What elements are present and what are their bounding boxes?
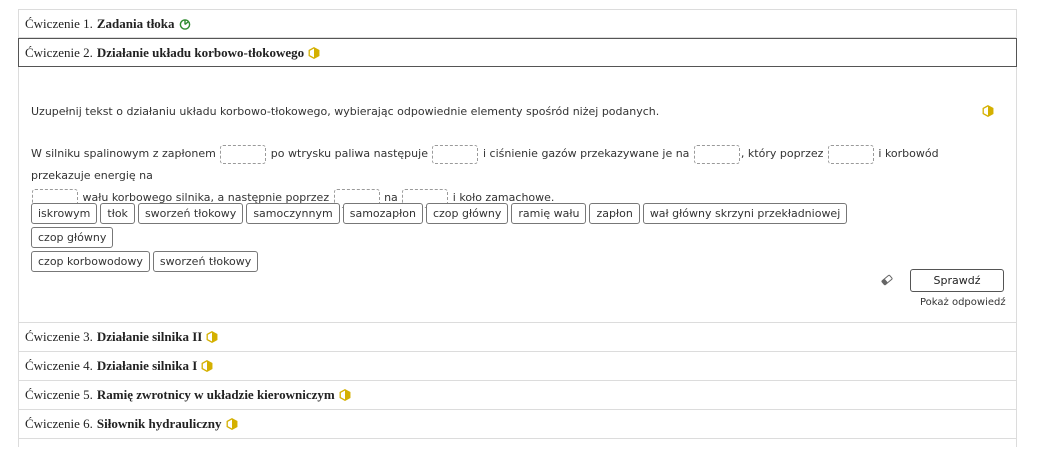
complete-status-icon [179, 18, 190, 30]
answer-chip[interactable]: wał główny skrzyni przekładniowej [642, 203, 848, 224]
exercise-prefix: Ćwiczenie 1. [25, 15, 93, 31]
exercise-item-4[interactable]: Ćwiczenie 4. Działanie silnika I [18, 352, 1017, 381]
text-segment: i ciśnienie gazów przekazywane je na [479, 147, 693, 160]
exercise-item-2[interactable]: Ćwiczenie 2. Działanie układu korbowo-tł… [18, 38, 1017, 67]
drop-slot[interactable] [693, 144, 740, 164]
answer-chip[interactable]: ramię wału [511, 203, 587, 224]
exercise-item-3[interactable]: Ćwiczenie 3. Działanie silnika II [18, 323, 1017, 352]
drop-slot[interactable] [220, 144, 267, 164]
answer-chip[interactable]: czop główny [31, 227, 114, 248]
answer-chip[interactable]: tłok [100, 203, 135, 224]
text-segment: W silniku spalinowym z zapłonem [31, 147, 220, 160]
exercise-prefix: Ćwiczenie 5. [25, 387, 93, 402]
exercise-title: Siłownik hydrauliczny [96, 416, 222, 431]
exercise-title: Działanie silnika II [96, 329, 203, 344]
exercise-title: Działanie silnika I [96, 358, 198, 373]
exercise-prefix: Ćwiczenie 6. [25, 416, 93, 431]
exercise-item-6[interactable]: Ćwiczenie 6. Siłownik hydrauliczny [18, 410, 1017, 439]
answer-chip[interactable]: samoczynnym [246, 203, 340, 224]
check-button[interactable]: Sprawdź [910, 269, 1004, 292]
answer-chip[interactable]: czop główny [425, 203, 509, 224]
answer-chip[interactable]: iskrowym [31, 203, 98, 224]
exercise-item-7-partial [18, 439, 1017, 447]
exercise-prefix: Ćwiczenie 3. [25, 329, 93, 344]
exercise-item-5[interactable]: Ćwiczenie 5. Ramię zwrotnicy w układzie … [18, 381, 1017, 410]
answer-chip[interactable]: samozapłon [342, 203, 423, 224]
answer-chip[interactable]: sworzeń tłokowy [137, 203, 244, 224]
partial-status-icon [308, 46, 320, 59]
exercise-prefix: Ćwiczenie 2. [25, 44, 93, 60]
exercise-title: Działanie układu korbowo-tłokowego [96, 44, 305, 60]
exercise-item-1[interactable]: Ćwiczenie 1. Zadania tłoka [18, 9, 1017, 38]
partial-status-icon [982, 105, 994, 117]
text-segment: , który poprzez [740, 147, 827, 160]
answer-chip[interactable]: czop korbowodowy [31, 251, 150, 272]
show-answer-link[interactable]: Pokaż odpowiedź [920, 297, 1006, 308]
drop-slot[interactable] [827, 144, 874, 164]
partial-status-icon [226, 418, 237, 430]
exercise-title: Zadania tłoka [96, 15, 175, 31]
exercise-panel: Uzupełnij tekst o działaniu układu korbo… [18, 67, 1017, 323]
exercise-title: Ramię zwrotnicy w układzie kierowniczym [96, 387, 335, 402]
exercise-prefix: Ćwiczenie 4. [25, 358, 93, 373]
partial-status-icon [201, 360, 213, 372]
partial-status-icon [206, 331, 218, 343]
fill-in-text: W silniku spalinowym z zapłonem po wtrys… [31, 143, 1001, 209]
partial-status-icon [339, 389, 351, 401]
text-segment: po wtrysku paliwa następuje [267, 147, 432, 160]
answer-chips: iskrowym tłok sworzeń tłokowy samoczynnym sa… [31, 203, 931, 275]
drop-slot[interactable] [432, 144, 479, 164]
instruction-text: Uzupełnij tekst o działaniu układu korbo… [31, 105, 660, 118]
eraser-icon[interactable] [880, 273, 894, 287]
answer-chip[interactable]: zapłon [589, 203, 640, 224]
answer-chip[interactable]: sworzeń tłokowy [152, 251, 259, 272]
exercise-list: Ćwiczenie 1. Zadania tłoka Ćwiczenie 2. … [18, 9, 1017, 447]
